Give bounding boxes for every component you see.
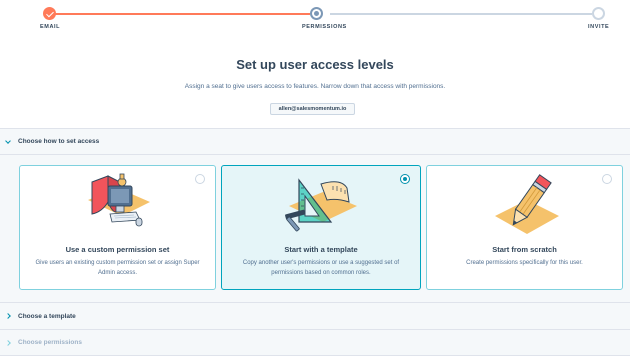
section-choose-permissions-header: Choose permissions xyxy=(0,329,630,356)
card-custom-permission-set[interactable]: Use a custom permission set Give users a… xyxy=(19,165,216,290)
section-choose-access-header[interactable]: Choose how to set access xyxy=(0,128,630,155)
card-title: Start with a template xyxy=(284,245,358,254)
card-description: Copy another user's permissions or use a… xyxy=(242,260,400,276)
section-label: Choose a template xyxy=(18,312,76,320)
page-subtitle: Assign a seat to give users access to fe… xyxy=(184,83,446,90)
chevron-down-icon xyxy=(5,137,11,144)
step-label-invite: INVITE xyxy=(588,24,610,30)
stepper-line-pending xyxy=(330,13,592,15)
step-label-permissions: PERMISSIONS xyxy=(302,24,347,30)
step-permissions-dot-icon xyxy=(310,7,323,20)
card-title: Use a custom permission set xyxy=(65,245,170,254)
progress-stepper: EMAIL PERMISSIONS INVITE xyxy=(0,0,630,40)
card-title: Start from scratch xyxy=(492,245,557,254)
card-start-with-template[interactable]: Start with a template Copy another user'… xyxy=(221,165,421,290)
section-label: Choose permissions xyxy=(18,339,82,346)
step-label-email: EMAIL xyxy=(40,24,61,30)
chevron-right-icon xyxy=(5,313,11,319)
card-description: Give users an existing custom permission… xyxy=(35,260,200,276)
section-choose-template-header[interactable]: Choose a template xyxy=(0,302,630,329)
card-start-from-scratch[interactable]: Start from scratch Create permissions sp… xyxy=(426,165,623,290)
pencil-icon xyxy=(427,172,622,240)
step-invite-dot-icon xyxy=(592,7,605,20)
step-email-check-icon xyxy=(43,7,56,20)
card-description: Create permissions specifically for this… xyxy=(466,260,583,266)
shield-computer-icon xyxy=(20,172,215,240)
chevron-right-icon xyxy=(5,339,11,346)
section-choose-access-body: Use a custom permission set Give users a… xyxy=(0,155,630,302)
user-email-chip: allen@salesmomentum.io xyxy=(270,103,355,115)
page-title: Set up user access levels xyxy=(236,57,394,72)
stepper-line-complete xyxy=(54,13,310,15)
section-label: Choose how to set access xyxy=(18,138,100,145)
ruler-triangle-hammer-icon xyxy=(222,172,420,240)
